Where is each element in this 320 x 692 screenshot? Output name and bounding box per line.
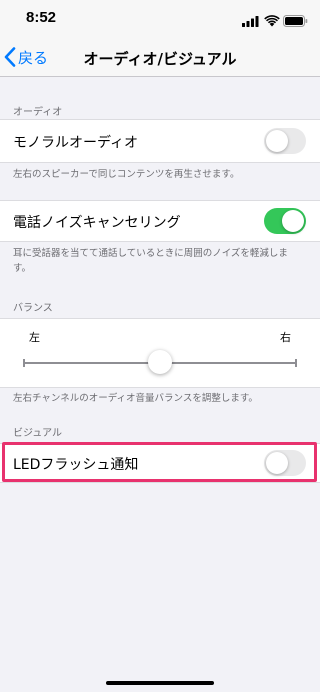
signal-icon [242, 16, 259, 27]
cell-balance: 左 右 [0, 318, 320, 388]
cell-noise-cancellation: 電話ノイズキャンセリング [0, 200, 320, 242]
cell-mono-audio: モノラルオーディオ [0, 119, 320, 163]
balance-slider-thumb[interactable] [148, 350, 172, 374]
mono-audio-label: モノラルオーディオ [13, 135, 139, 151]
navigation-bar: 戻る オーディオ/ビジュアル [0, 38, 320, 77]
section-header-balance: バランス [13, 303, 53, 314]
status-icons [242, 12, 308, 27]
status-time: 8:52 [26, 9, 57, 26]
toggle-knob [282, 210, 304, 232]
section-header-visual: ビジュアル [13, 428, 62, 439]
home-indicator [106, 681, 214, 685]
toggle-knob [266, 130, 288, 152]
section-header-audio: オーディオ [13, 107, 63, 118]
led-flash-toggle[interactable] [264, 450, 306, 476]
mono-audio-footer: 左右のスピーカーで同じコンテンツを再生させます。 [13, 169, 240, 180]
balance-footer: 左右チャンネルのオーディオ音量バランスを調整します。 [13, 393, 258, 404]
slider-right-cap [295, 359, 297, 367]
mono-audio-toggle[interactable] [264, 128, 306, 154]
noise-cancellation-label: 電話ノイズキャンセリング [13, 215, 181, 231]
balance-slider[interactable] [23, 350, 297, 374]
noise-cancellation-toggle[interactable] [264, 208, 306, 234]
led-flash-label: LEDフラッシュ通知 [13, 457, 139, 473]
balance-right-label: 右 [280, 331, 291, 344]
balance-left-label: 左 [29, 331, 40, 344]
status-icons-svg [242, 15, 308, 27]
noise-cancellation-footer: 耳に受話器を当てて通話しているときに周囲のノイズを軽減します。 [13, 248, 288, 274]
cell-led-flash: LEDフラッシュ通知 [0, 443, 320, 483]
slider-left-cap [23, 359, 25, 367]
wifi-icon [264, 15, 280, 27]
battery-icon [283, 15, 308, 27]
page-title: オーディオ/ビジュアル [83, 50, 237, 68]
status-bar: 8:52 [0, 0, 320, 38]
toggle-knob [266, 452, 288, 474]
